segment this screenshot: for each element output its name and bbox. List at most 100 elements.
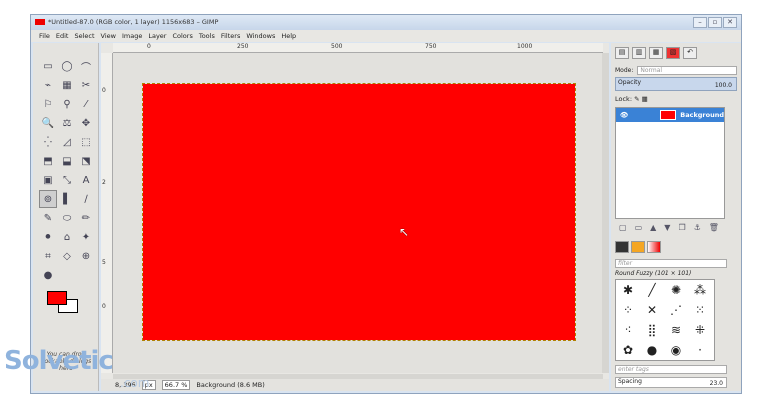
ruler-tick: 0 xyxy=(102,303,106,310)
gradients-tab[interactable] xyxy=(647,241,661,253)
paths-tab[interactable]: ▦ xyxy=(649,47,663,59)
menu-file[interactable]: File xyxy=(39,32,50,40)
new-group-icon[interactable]: ▭ xyxy=(635,223,643,232)
eraser-icon[interactable]: ⬭ xyxy=(58,209,76,227)
mode-select[interactable]: Normal xyxy=(637,65,737,75)
zoom-icon[interactable]: 🔍 xyxy=(39,114,57,132)
opacity-slider[interactable]: Opacity 100.0 xyxy=(615,77,737,91)
raise-layer-icon[interactable]: ▲ xyxy=(650,223,656,232)
move-icon[interactable]: ✥ xyxy=(77,114,95,132)
brush-item[interactable]: ✺ xyxy=(664,280,688,300)
brush-item[interactable]: ◉ xyxy=(664,340,688,360)
rect-select-icon[interactable]: ▭ xyxy=(39,57,57,75)
align-icon[interactable]: ⁛ xyxy=(39,133,57,151)
scissors-icon[interactable]: ✂ xyxy=(77,76,95,94)
minimize-button[interactable]: – xyxy=(693,17,707,28)
free-select-icon[interactable]: ⌒ xyxy=(77,57,95,75)
layer-row[interactable]: 👁 Background xyxy=(616,108,724,122)
undo-tab[interactable]: ↶ xyxy=(683,47,697,59)
colormap-tab[interactable]: ▧ xyxy=(666,47,680,59)
red-canvas-image[interactable] xyxy=(142,83,576,341)
brush-item[interactable]: ● xyxy=(640,340,664,360)
menu-image[interactable]: Image xyxy=(122,32,142,40)
brush-item[interactable]: ✕ xyxy=(640,300,664,320)
ellipse-select-icon[interactable]: ◯ xyxy=(58,57,76,75)
text-icon[interactable]: A xyxy=(77,171,95,189)
scale-icon[interactable]: ⬒ xyxy=(39,152,57,170)
brush-item[interactable]: · xyxy=(688,340,712,360)
menu-edit[interactable]: Edit xyxy=(56,32,69,40)
menu-select[interactable]: Select xyxy=(74,32,94,40)
lower-layer-icon[interactable]: ▼ xyxy=(664,223,670,232)
blur-icon[interactable]: ◇ xyxy=(58,247,76,265)
paintbrush-icon[interactable]: ✎ xyxy=(39,209,57,227)
zoom-select[interactable]: 66.7 % xyxy=(161,380,191,390)
rotate-icon[interactable]: ⬚ xyxy=(77,133,95,151)
brush-item[interactable]: ╱ xyxy=(640,280,664,300)
dodge-burn-icon[interactable]: ● xyxy=(39,266,57,284)
pencil-icon[interactable]: ∕ xyxy=(77,190,95,208)
ink-icon[interactable]: ⚫ xyxy=(39,228,57,246)
menu-view[interactable]: View xyxy=(101,32,116,40)
brush-item[interactable]: ⣿ xyxy=(640,320,664,340)
delete-layer-icon[interactable]: 🗑 xyxy=(709,223,719,232)
foreground-color-swatch[interactable] xyxy=(47,291,67,305)
spacing-slider[interactable]: Spacing 23.0 xyxy=(615,377,727,388)
brushes-tab[interactable] xyxy=(615,241,629,253)
anchor-layer-icon[interactable]: ⚓ xyxy=(694,223,701,232)
vertical-scrollbar[interactable] xyxy=(602,53,609,373)
new-layer-icon[interactable]: ▢ xyxy=(619,223,627,232)
heal-icon[interactable]: ✦ xyxy=(77,228,95,246)
layers-list[interactable]: 👁 Background xyxy=(615,107,725,219)
opacity-label: Opacity xyxy=(618,79,642,86)
paths-icon[interactable]: ⚲ xyxy=(58,95,76,113)
brush-item[interactable]: ≋ xyxy=(664,320,688,340)
canvas-viewport[interactable]: ↖ xyxy=(113,53,603,373)
menu-colors[interactable]: Colors xyxy=(172,32,192,40)
duplicate-layer-icon[interactable]: ❐ xyxy=(678,223,685,232)
brush-item[interactable]: ⁘ xyxy=(616,300,640,320)
brush-item[interactable]: ⋰ xyxy=(664,300,688,320)
fuzzy-select-icon[interactable]: ⌁ xyxy=(39,76,57,94)
eye-icon[interactable]: 👁 xyxy=(620,111,628,119)
channels-tab[interactable]: ▥ xyxy=(632,47,646,59)
perspective-icon[interactable]: ⬔ xyxy=(77,152,95,170)
foreground-select-icon[interactable]: ⚐ xyxy=(39,95,57,113)
airbrush-icon[interactable]: ✏ xyxy=(77,209,95,227)
vertical-ruler[interactable]: 0 2 5 0 xyxy=(101,53,113,373)
color-select-icon[interactable]: ▦ xyxy=(58,76,76,94)
smudge-icon[interactable]: ⊕ xyxy=(77,247,95,265)
measure-icon[interactable]: ⚖ xyxy=(58,114,76,132)
perspective-clone-icon[interactable]: ⌗ xyxy=(39,247,57,265)
brush-item[interactable]: ⁖ xyxy=(616,320,640,340)
tags-input[interactable]: enter tags xyxy=(615,365,727,374)
bucket-cursor-icon: ↖ xyxy=(399,225,410,239)
layers-tab[interactable]: ▤ xyxy=(615,47,629,59)
crop-icon[interactable]: ◿ xyxy=(58,133,76,151)
brush-item[interactable]: ⁂ xyxy=(688,280,712,300)
menu-tools[interactable]: Tools xyxy=(199,32,215,40)
color-picker-icon[interactable]: ⁄ xyxy=(77,95,95,113)
maximize-button[interactable]: ▫ xyxy=(708,17,722,28)
blend-icon[interactable]: ▌ xyxy=(58,190,76,208)
layer-name[interactable]: Background xyxy=(680,111,724,119)
menu-help[interactable]: Help xyxy=(281,32,296,40)
lock-pixels-icon[interactable]: ✎ ▦ xyxy=(634,95,648,103)
menu-windows[interactable]: Windows xyxy=(246,32,275,40)
brush-grid[interactable]: ✱ ╱ ✺ ⁂ ⁘ ✕ ⋰ ⁙ ⁖ ⣿ ≋ ⁜ ✿ ● ◉ · xyxy=(615,279,715,361)
cage-icon[interactable]: ⤡ xyxy=(58,171,76,189)
menu-layer[interactable]: Layer xyxy=(148,32,166,40)
brush-item[interactable]: ✱ xyxy=(616,280,640,300)
flip-icon[interactable]: ▣ xyxy=(39,171,57,189)
close-button[interactable]: ✕ xyxy=(723,17,737,28)
clone-icon[interactable]: ⌂ xyxy=(58,228,76,246)
brush-item[interactable]: ⁜ xyxy=(688,320,712,340)
brush-filter-input[interactable]: filter xyxy=(615,259,727,268)
shear-icon[interactable]: ⬓ xyxy=(58,152,76,170)
patterns-tab[interactable] xyxy=(631,241,645,253)
horizontal-ruler[interactable]: 0 250 500 750 1000 xyxy=(113,43,603,53)
brush-item[interactable]: ⁙ xyxy=(688,300,712,320)
bucket-fill-icon[interactable]: ⊚ xyxy=(39,190,57,208)
brush-item[interactable]: ✿ xyxy=(616,340,640,360)
menu-filters[interactable]: Filters xyxy=(221,32,240,40)
